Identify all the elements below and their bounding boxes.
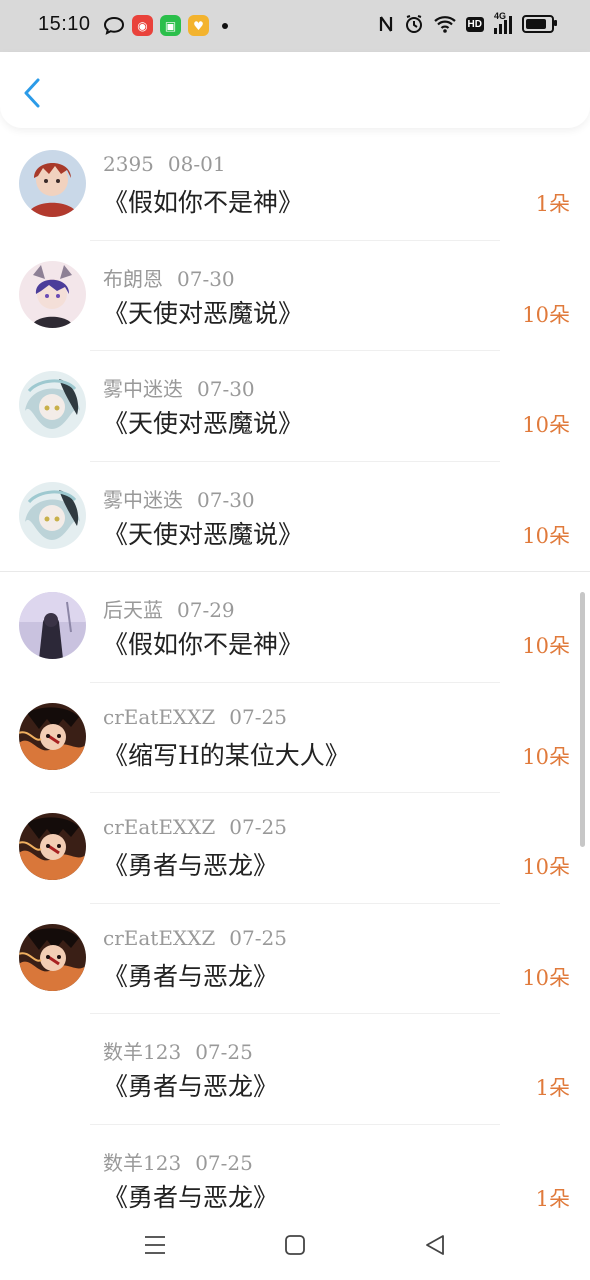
list-item[interactable]: 雾中迷迭 07-30 《天使对恶魔说》 10朵	[0, 351, 590, 462]
list-item[interactable]: 数羊123 07-25 《勇者与恶龙》 1朵	[0, 1125, 590, 1216]
date-label: 07-30	[177, 266, 235, 291]
flower-count: 1朵	[535, 192, 570, 216]
top-nav-bar	[0, 52, 590, 128]
app-icon-green: ▣	[160, 15, 181, 36]
status-bar: 15:10 ◉ ▣ ♥ HD 4G	[0, 0, 590, 52]
item-meta: crEatEXXZ 07-25	[103, 705, 287, 729]
system-icons: HD 4G	[368, 11, 557, 34]
avatar[interactable]	[19, 813, 86, 880]
scrollbar[interactable]	[580, 592, 585, 847]
avatar[interactable]	[19, 260, 86, 328]
item-meta: 雾中迷迭 07-30	[103, 484, 255, 513]
list-item[interactable]: 数羊123 07-25 《勇者与恶龙》 1朵	[0, 1014, 590, 1125]
hd-badge: HD	[465, 16, 484, 32]
item-meta: 数羊123 07-25	[103, 1036, 253, 1065]
app-icon-yellow: ♥	[188, 15, 209, 36]
work-title[interactable]: 《天使对恶魔说》	[103, 404, 303, 440]
work-title[interactable]: 《勇者与恶龙》	[103, 1067, 278, 1103]
item-meta: crEatEXXZ 07-25	[103, 926, 287, 950]
list-item[interactable]: crEatEXXZ 07-25 《缩写H的某位大人》 10朵	[0, 683, 590, 793]
item-meta: 雾中迷迭 07-30	[103, 373, 255, 402]
avatar[interactable]	[19, 923, 86, 991]
date-label: 07-25	[229, 704, 287, 729]
avatar[interactable]	[19, 150, 86, 217]
list-item[interactable]: 2395 08-01 《假如你不是神》 1朵	[0, 130, 590, 241]
work-title[interactable]: 《缩写H的某位大人》	[103, 736, 350, 772]
notification-icons: ◉ ▣ ♥	[103, 15, 228, 36]
item-meta: 数羊123 07-25	[103, 1147, 253, 1176]
username[interactable]: 后天蓝	[103, 598, 163, 622]
flower-count: 1朵	[535, 1186, 570, 1211]
home-square-icon[interactable]	[283, 1233, 307, 1257]
username[interactable]: crEatEXXZ	[103, 705, 215, 729]
username[interactable]: crEatEXXZ	[103, 815, 215, 839]
avatar[interactable]	[19, 481, 86, 549]
back-triangle-icon[interactable]	[423, 1233, 447, 1257]
work-title[interactable]: 《假如你不是神》	[103, 625, 303, 661]
gift-record-list: 2395 08-01 《假如你不是神》 1朵 布朗恩 07-30 《天使对恶魔说》 10朵 雾中…	[0, 130, 590, 1215]
avatar[interactable]	[19, 702, 86, 770]
work-title[interactable]: 《勇者与恶龙》	[103, 846, 278, 882]
wifi-icon	[433, 16, 456, 33]
item-meta: 2395 08-01	[103, 152, 226, 176]
date-label: 07-25	[195, 1150, 253, 1175]
date-label: 07-30	[197, 377, 255, 401]
username[interactable]: 数羊123	[103, 1151, 181, 1175]
work-title[interactable]: 《勇者与恶龙》	[103, 957, 278, 993]
alarm-icon	[405, 15, 422, 33]
work-title[interactable]: 《天使对恶魔说》	[103, 294, 303, 330]
more-notifications-dot	[222, 22, 228, 29]
chat-bubble-icon	[103, 16, 125, 35]
date-label: 07-25	[195, 1040, 253, 1064]
avatar[interactable]	[19, 371, 86, 438]
status-time: 15:10	[38, 13, 91, 35]
flower-count: 10朵	[522, 855, 570, 879]
nfc-icon	[379, 16, 392, 32]
flower-count: 10朵	[522, 523, 570, 548]
signal-icon: 4G	[494, 11, 512, 34]
item-meta: 后天蓝 07-29	[103, 594, 235, 623]
flower-count: 10朵	[522, 965, 570, 990]
list-item[interactable]: 布朗恩 07-30 《天使对恶魔说》 10朵	[0, 241, 590, 351]
date-label: 07-29	[177, 598, 235, 622]
flower-count: 10朵	[522, 744, 570, 769]
list-item[interactable]: crEatEXXZ 07-25 《勇者与恶龙》 10朵	[0, 904, 590, 1014]
username[interactable]: 布朗恩	[103, 267, 163, 291]
work-title[interactable]: 《勇者与恶龙》	[103, 1178, 278, 1214]
username[interactable]: 雾中迷迭	[103, 488, 183, 512]
username[interactable]: crEatEXXZ	[103, 926, 215, 950]
date-label: 07-30	[197, 487, 255, 512]
flower-count: 10朵	[522, 302, 570, 327]
app-icon-red: ◉	[132, 15, 153, 36]
battery-icon	[522, 15, 557, 33]
system-nav-bar	[0, 1215, 590, 1280]
username[interactable]: 2395	[103, 152, 154, 176]
work-title[interactable]: 《天使对恶魔说》	[103, 515, 303, 551]
flower-count: 1朵	[535, 1076, 570, 1100]
avatar[interactable]	[19, 592, 86, 659]
list-item[interactable]: 后天蓝 07-29 《假如你不是神》 10朵	[0, 572, 590, 683]
username[interactable]: 数羊123	[103, 1040, 181, 1064]
work-title[interactable]: 《假如你不是神》	[103, 183, 303, 219]
date-label: 08-01	[167, 152, 226, 176]
item-meta: 布朗恩 07-30	[103, 263, 235, 292]
flower-count: 10朵	[522, 634, 570, 658]
list-item[interactable]: crEatEXXZ 07-25 《勇者与恶龙》 10朵	[0, 793, 590, 904]
back-chevron-icon[interactable]	[18, 76, 48, 110]
flower-count: 10朵	[522, 413, 570, 437]
date-label: 07-25	[229, 815, 287, 839]
date-label: 07-25	[229, 925, 287, 950]
item-meta: crEatEXXZ 07-25	[103, 815, 287, 839]
username[interactable]: 雾中迷迭	[103, 377, 183, 401]
list-item[interactable]: 雾中迷迭 07-30 《天使对恶魔说》 10朵	[0, 462, 590, 572]
network-type: 4G	[494, 11, 507, 21]
menu-icon[interactable]	[143, 1233, 167, 1257]
